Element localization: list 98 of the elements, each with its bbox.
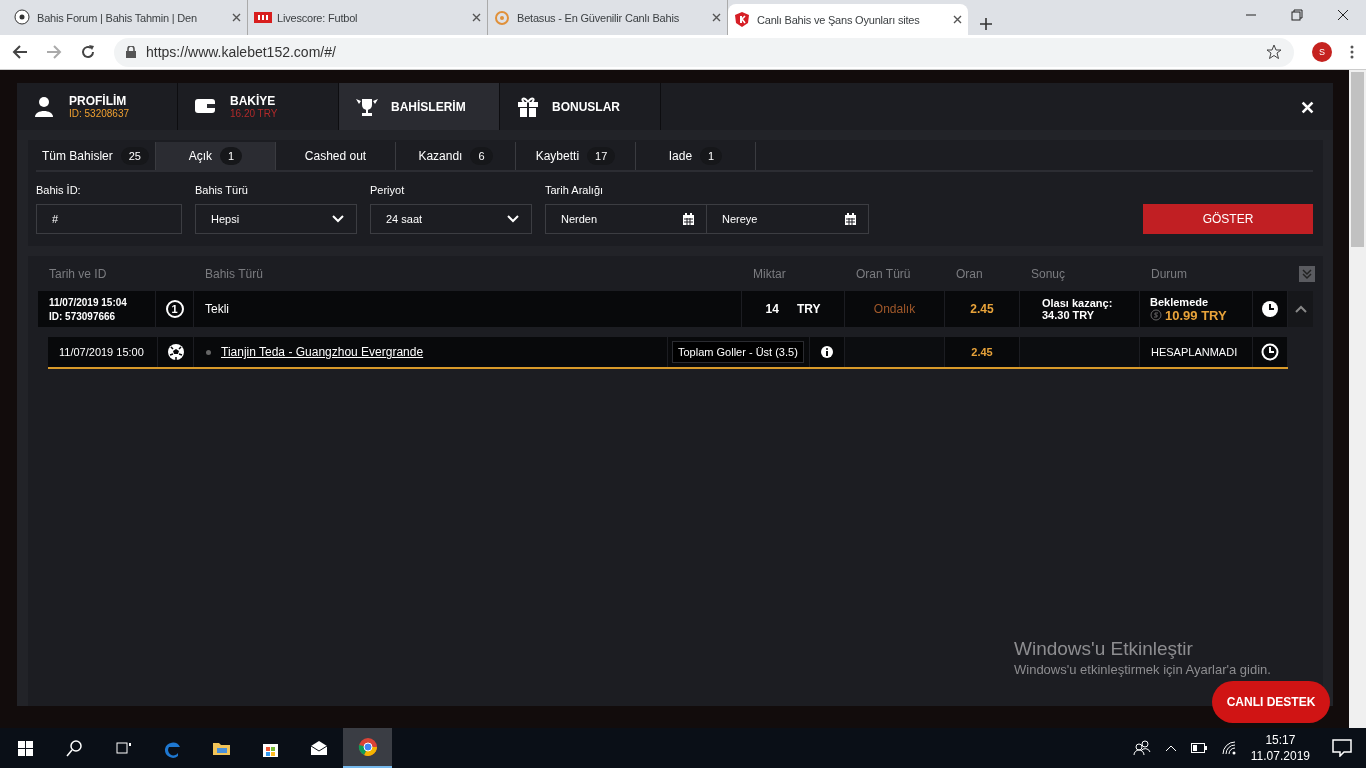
tab-title: Canlı Bahis ve Şans Oyunları sites	[757, 13, 921, 26]
tab-title: Bahis Forum | Bahis Tahmin | Den	[37, 11, 198, 24]
currency: TRY	[796, 302, 821, 316]
column-header: Oran Türü	[855, 266, 912, 281]
user-id: ID: 53208637	[69, 108, 130, 119]
possible-win: 34.30 TRY	[1042, 309, 1095, 321]
target-icon	[494, 9, 512, 26]
bet-type-dropdown[interactable]: Hepsi	[195, 204, 357, 234]
star-icon[interactable]	[1266, 44, 1282, 60]
show-button[interactable]: GÖSTER	[1143, 204, 1313, 234]
calendar-icon	[683, 213, 694, 225]
people-icon[interactable]	[1132, 740, 1151, 756]
wifi-icon[interactable]	[1220, 741, 1237, 755]
coin-icon	[1150, 309, 1162, 321]
chevron-up-icon[interactable]	[1164, 744, 1177, 752]
bet-status: Beklemede	[1150, 295, 1209, 308]
column-header: Miktar	[752, 266, 787, 281]
result-label: Olası kazanç:	[1042, 297, 1113, 309]
bet-id-field[interactable]: #	[36, 204, 182, 234]
cashout-amount: 10.99 TRY	[1165, 307, 1227, 323]
url-text: https://www.kalebet152.com/#/	[146, 44, 337, 60]
nav-tab-label: BONUSLAR	[552, 99, 620, 114]
activation-title: Windows'u Etkinleştir	[1014, 638, 1194, 660]
livescore-logo-icon	[254, 9, 272, 26]
stake-amount: 14	[765, 302, 779, 316]
new-tab-icon[interactable]	[980, 18, 992, 30]
bet-date: 11/07/2019 15:04	[49, 296, 127, 308]
calendar-icon	[845, 213, 856, 225]
search-icon[interactable]	[63, 738, 84, 758]
nav-tab-label: BAHİSLERİM	[391, 99, 466, 114]
field-label: Bahis Türü	[195, 184, 249, 196]
status-dot	[206, 349, 211, 355]
balance-amount: 16.20 TRY	[230, 108, 278, 119]
close-icon[interactable]	[1337, 9, 1349, 21]
clock-icon	[1261, 300, 1279, 318]
info-icon	[821, 346, 833, 358]
status-tab[interactable]: Açık 1	[156, 142, 276, 170]
start-date-field[interactable]: Nerden	[545, 204, 707, 234]
nav-tab-label: BAKİYE	[230, 94, 277, 108]
count-badge: 17	[587, 147, 616, 165]
activation-text: Windows'u etkinleştirmek için Ayarlar'a gidin.	[1014, 662, 1271, 678]
count-badge: 1	[700, 147, 723, 165]
battery-icon[interactable]	[1190, 743, 1207, 753]
bet-count-badge: 1	[165, 300, 184, 318]
selection-odds: 2.45	[945, 337, 1020, 367]
menu-icon[interactable]	[1350, 45, 1354, 59]
tab-close-icon[interactable]	[712, 13, 721, 22]
caret-icon	[332, 215, 344, 223]
scrollbar[interactable]	[1349, 70, 1366, 728]
close-button[interactable]: ✕	[1300, 97, 1315, 119]
collapse-all-icon[interactable]	[1299, 265, 1315, 282]
count-badge: 6	[470, 147, 493, 165]
chevron-icon	[1294, 305, 1307, 313]
nav-tab[interactable]: BAHİSLERİM	[339, 83, 500, 130]
notification-icon[interactable]	[1332, 739, 1352, 757]
column-header: Oran	[955, 266, 984, 281]
chrome-browser-icon[interactable]	[357, 737, 378, 757]
shield-icon	[734, 11, 752, 28]
column-header: Durum	[1150, 266, 1188, 281]
nav-tab-label: PROFİLİM	[69, 94, 128, 108]
end-date-field[interactable]: Nereye	[707, 204, 869, 234]
restore-icon[interactable]	[1291, 9, 1303, 21]
field-label: Bahis İD:	[36, 184, 82, 196]
bet-id: ID: 573097666	[49, 310, 116, 322]
count-badge: 25	[120, 147, 149, 165]
match-link[interactable]: Tianjin Teda - Guangzhou Evergrande	[221, 345, 424, 359]
live-support-button[interactable]: CANLI DESTEK	[1212, 681, 1330, 723]
market-name: Toplam Goller - Üst (3.5)	[672, 341, 804, 363]
browser-tab[interactable]: Canlı Bahis ve Şans Oyunları sites	[728, 4, 968, 35]
profile-avatar[interactable]: S	[1312, 42, 1332, 62]
column-header: Bahis Türü	[204, 266, 264, 281]
address-bar[interactable]: https://www.kalebet152.com/#/	[114, 37, 1294, 67]
clock[interactable]: 15:17 11.07.2019	[1250, 732, 1310, 764]
scrollbar-thumb[interactable]	[1351, 72, 1364, 247]
collapse-button[interactable]	[1288, 291, 1313, 327]
tab-close-icon[interactable]	[232, 13, 241, 22]
tab-title: Betasus - En Güvenilir Canlı Bahis	[517, 11, 680, 24]
envelope-icon[interactable]	[308, 738, 329, 758]
selection-status: HESAPLANMADI	[1140, 337, 1253, 367]
bet-type: Tekli	[194, 291, 742, 327]
field-label: Periyot	[370, 184, 406, 196]
tab-close-icon[interactable]	[472, 13, 481, 22]
selection-date: 11/07/2019 15:00	[48, 337, 158, 367]
reload-icon[interactable]	[80, 44, 96, 60]
bet-row[interactable]: 11/07/2019 15:04 ID: 573097666 1 Tekli 14 TRY Ondalık 2.45 Olası kazanç: 34.30 TRY Beklemede 10.99 TRY	[38, 291, 1313, 327]
column-header: Sonuç	[1030, 266, 1067, 281]
count-badge: 1	[220, 147, 243, 165]
odds-type: Ondalık	[845, 291, 945, 327]
back-arrow-icon[interactable]	[12, 44, 28, 60]
odds-value: 2.45	[945, 291, 1020, 327]
period-dropdown[interactable]: 24 saat	[370, 204, 532, 234]
caret-icon	[507, 215, 519, 223]
tab-title: Livescore: Futbol	[277, 11, 359, 24]
clock-icon	[1261, 343, 1279, 361]
field-label: Tarih Aralığı	[545, 184, 605, 196]
lock-icon	[126, 46, 136, 58]
tab-close-icon[interactable]	[953, 15, 962, 24]
column-header: Tarih ve ID	[48, 266, 108, 281]
